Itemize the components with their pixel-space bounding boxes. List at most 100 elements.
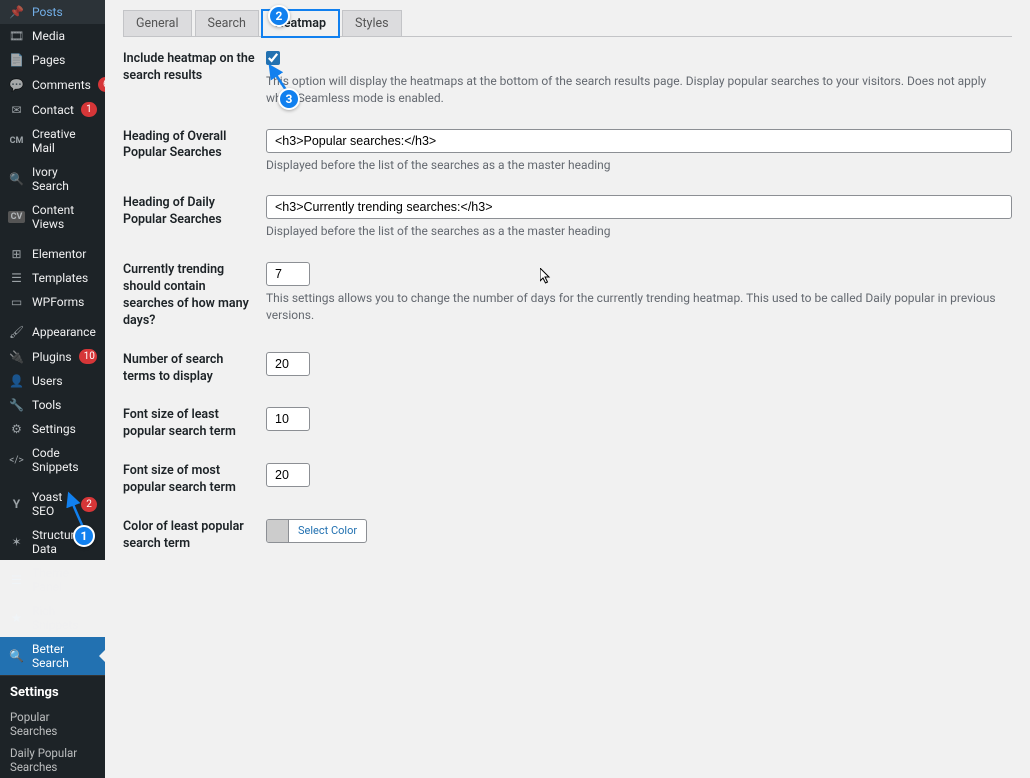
input-overall-heading[interactable] <box>266 129 1012 153</box>
input-terms-count[interactable] <box>266 352 310 376</box>
desc-include-heatmap: This option will display the heatmaps at… <box>266 73 1012 107</box>
color-btn-label: Select Color <box>289 524 366 537</box>
templates-icon: ☰ <box>8 271 25 285</box>
sidebar-item-label: Theme Panel <box>32 566 97 594</box>
label-font-least: Font size of least popular search term <box>123 407 266 441</box>
tab-styles[interactable]: Styles <box>342 10 402 37</box>
desc-overall-heading: Displayed before the list of the searche… <box>266 157 1012 174</box>
theme-icon: ☰ <box>8 573 25 587</box>
sidebar-item-label: Rich Snippets <box>32 604 97 632</box>
sidebar-item-label: Posts <box>32 5 63 19</box>
sidebar-item-label: Contact <box>32 103 74 117</box>
search-icon: 🔍 <box>8 649 25 663</box>
cv-icon: CV <box>8 211 25 223</box>
desc-trending-days: This settings allows you to change the n… <box>266 290 1012 324</box>
cursor-icon <box>540 268 552 288</box>
tab-general[interactable]: General <box>123 10 192 37</box>
sidebar-item-label: Better Search <box>32 642 97 670</box>
sidebar-item-label: Appearance <box>32 325 96 339</box>
sidebar-item-label: Yoast SEO <box>32 490 74 518</box>
label-daily-heading: Heading of Daily Popular Searches <box>123 195 266 229</box>
sidebar-item-appearance[interactable]: 🖌 Appearance <box>0 320 105 344</box>
sidebar-item-elementor[interactable]: ⊞ Elementor <box>0 242 105 266</box>
user-icon: 👤 <box>8 374 25 388</box>
sidebar-item-label: Media <box>32 29 65 43</box>
wrench-icon: 🔧 <box>8 398 25 412</box>
submenu-link-popular[interactable]: Popular Searches <box>0 706 105 742</box>
pin-icon: 📌 <box>8 5 25 19</box>
label-font-most: Font size of most popular search term <box>123 463 266 497</box>
label-color-least: Color of least popular search term <box>123 519 266 553</box>
submenu-heading: Settings <box>0 679 105 706</box>
media-icon: 🎞 <box>8 29 25 43</box>
sidebar-item-yoast[interactable]: Y Yoast SEO 2 <box>0 485 105 523</box>
sidebar-item-label: Settings <box>32 422 76 436</box>
star-icon: ★ <box>8 611 25 625</box>
label-trending-days: Currently trending should contain search… <box>123 262 266 330</box>
sidebar-item-creative-mail[interactable]: CM Creative Mail <box>0 122 105 160</box>
sidebar-submenu: Settings Popular Searches Daily Popular … <box>0 675 105 778</box>
sidebar-item-label: Templates <box>32 271 88 285</box>
mail-icon: ✉ <box>8 103 25 117</box>
sidebar-item-media[interactable]: 🎞 Media <box>0 24 105 48</box>
sidebar-item-label: Tools <box>32 398 61 412</box>
sidebar-item-label: Elementor <box>32 247 86 261</box>
wpforms-icon: ▭ <box>8 295 25 309</box>
elementor-icon: ⊞ <box>8 247 25 261</box>
sidebar-item-rich-snippets[interactable]: ★ Rich Snippets <box>0 599 105 637</box>
sidebar-item-content-views[interactable]: CV Content Views <box>0 198 105 236</box>
sidebar-item-label: Users <box>32 374 63 388</box>
input-trending-days[interactable] <box>266 262 310 286</box>
input-font-least[interactable] <box>266 407 310 431</box>
sidebar-item-contact[interactable]: ✉ Contact 1 <box>0 97 105 122</box>
sidebar-item-code-snippets[interactable]: </> Code Snippets <box>0 441 105 479</box>
sidebar-item-label: Pages <box>32 53 65 67</box>
code-icon: </> <box>8 455 25 466</box>
admin-sidebar: 📌 Posts 🎞 Media 📄 Pages 💬Comments6 ✉ Contact… <box>0 0 105 560</box>
color-swatch-least <box>267 520 289 542</box>
comment-icon: 💬 <box>8 78 25 92</box>
count-badge: 2 <box>81 497 97 512</box>
sidebar-item-better-search[interactable]: 🔍 Better Search <box>0 637 105 675</box>
page-icon: 📄 <box>8 53 25 67</box>
structured-icon: ✶ <box>8 535 25 549</box>
label-overall-heading: Heading of Overall Popular Searches <box>123 129 266 163</box>
sidebar-item-templates[interactable]: ☰ Templates <box>0 266 105 290</box>
plug-icon: 🔌 <box>8 350 25 364</box>
sidebar-item-comments[interactable]: 💬Comments6 <box>0 72 105 97</box>
input-font-most[interactable] <box>266 463 310 487</box>
cm-icon: CM <box>8 136 25 146</box>
sidebar-item-settings[interactable]: ⚙ Settings <box>0 417 105 441</box>
sidebar-item-wpforms[interactable]: ▭ WPForms <box>0 290 105 314</box>
submenu-link-daily[interactable]: Daily Popular Searches <box>0 742 105 778</box>
sidebar-item-plugins[interactable]: 🔌 Plugins 10 <box>0 344 105 369</box>
brush-icon: 🖌 <box>8 325 25 339</box>
sidebar-item-pages[interactable]: 📄 Pages <box>0 48 105 72</box>
count-badge: 1 <box>81 102 97 117</box>
yoast-icon: Y <box>8 497 25 511</box>
color-picker-least[interactable]: Select Color <box>266 519 367 543</box>
input-daily-heading[interactable] <box>266 195 1012 219</box>
sidebar-item-ivory-search[interactable]: 🔍 Ivory Search <box>0 160 105 198</box>
sidebar-item-label: Plugins <box>32 350 72 364</box>
sidebar-item-label: Content Views <box>32 203 97 231</box>
sidebar-item-posts[interactable]: 📌 Posts <box>0 0 105 24</box>
tab-search[interactable]: Search <box>195 10 259 37</box>
label-include-heatmap: Include heatmap on the search results <box>123 51 266 85</box>
sidebar-item-users[interactable]: 👤 Users <box>0 369 105 393</box>
sidebar-item-label: Ivory Search <box>32 165 97 193</box>
main-content: General Search Heatmap Styles Include he… <box>105 0 1030 560</box>
sidebar-item-label: Creative Mail <box>32 127 97 155</box>
label-terms-count: Number of search terms to display <box>123 352 266 386</box>
desc-daily-heading: Displayed before the list of the searche… <box>266 223 1012 240</box>
search-icon: 🔍 <box>8 172 25 186</box>
sidebar-item-theme-panel[interactable]: ☰ Theme Panel <box>0 561 105 599</box>
checkbox-include-heatmap[interactable] <box>266 51 280 65</box>
annotation-step-2: 2 <box>268 5 290 27</box>
annotation-step-1: 1 <box>73 525 95 547</box>
sidebar-item-tools[interactable]: 🔧 Tools <box>0 393 105 417</box>
count-badge: 10 <box>79 349 97 364</box>
sidebar-item-label: Code Snippets <box>32 446 97 474</box>
gear-icon: ⚙ <box>8 422 25 436</box>
sidebar-item-label: WPForms <box>32 295 84 309</box>
